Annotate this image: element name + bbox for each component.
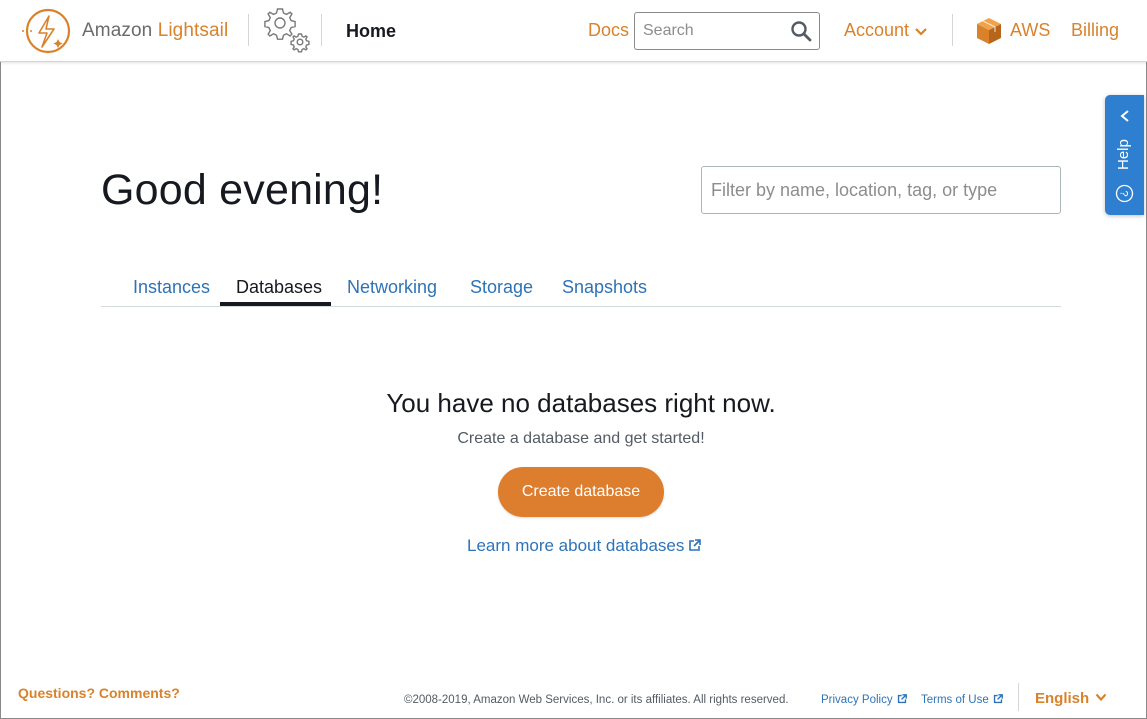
search-icon[interactable] <box>789 19 813 43</box>
brand-accent: Lightsail <box>157 20 229 41</box>
divider <box>248 14 249 46</box>
chevron-left-icon <box>1120 110 1129 122</box>
external-link-icon <box>993 694 1003 704</box>
gear-icon[interactable] <box>262 5 312 53</box>
aws-box-icon[interactable] <box>976 17 1002 45</box>
divider <box>952 14 953 46</box>
account-menu[interactable]: Account <box>844 20 909 41</box>
svg-text:?: ? <box>1118 190 1130 196</box>
external-link-icon <box>689 539 702 551</box>
brand-prefix: Amazon <box>82 20 158 41</box>
app-frame <box>0 0 1147 719</box>
privacy-policy-link[interactable]: Privacy Policy <box>821 694 907 706</box>
lightsail-logo-icon[interactable] <box>18 7 72 55</box>
search-box <box>634 12 820 50</box>
tab-instances[interactable]: Instances <box>133 277 210 298</box>
tab-networking[interactable]: Networking <box>347 277 437 298</box>
search-input[interactable] <box>635 13 785 49</box>
filter-box <box>701 166 1061 214</box>
tab-snapshots[interactable]: Snapshots <box>562 277 647 298</box>
learn-more-label: Learn more about databases <box>467 536 685 555</box>
learn-more-link[interactable]: Learn more about databases <box>467 536 702 556</box>
empty-state-subtitle: Create a database and get started! <box>457 430 705 447</box>
help-circle-icon: ? <box>1115 184 1134 203</box>
filter-input[interactable] <box>702 167 1060 213</box>
tab-storage[interactable]: Storage <box>470 277 533 298</box>
chevron-down-icon[interactable] <box>914 27 928 37</box>
aws-link[interactable]: AWS <box>1010 20 1050 41</box>
language-selector[interactable]: English <box>1035 690 1107 707</box>
terms-of-use-label: Terms of Use <box>921 694 989 706</box>
empty-state-title: You have no databases right now. <box>386 388 776 418</box>
external-link-icon <box>897 694 907 704</box>
divider <box>1018 683 1019 711</box>
create-database-button[interactable]: Create database <box>498 467 664 517</box>
help-panel-tab[interactable]: Help ? <box>1105 95 1144 215</box>
resource-tabs: Instances Databases Networking Storage S… <box>101 270 1061 307</box>
terms-of-use-link[interactable]: Terms of Use <box>921 694 1003 706</box>
copyright-text: ©2008-2019, Amazon Web Services, Inc. or… <box>404 694 789 706</box>
billing-link[interactable]: Billing <box>1071 20 1119 41</box>
top-navigation-bar: Amazon Lightsail Home Docs Account AWS B… <box>0 0 1147 62</box>
page-title: Good evening! <box>101 166 384 214</box>
language-label: English <box>1035 690 1090 707</box>
tab-databases[interactable]: Databases <box>236 277 322 298</box>
brand-name[interactable]: Amazon Lightsail <box>82 20 228 42</box>
docs-link[interactable]: Docs <box>588 20 629 41</box>
active-tab-indicator <box>220 302 331 306</box>
home-link[interactable]: Home <box>346 21 396 42</box>
feedback-link[interactable]: Questions? Comments? <box>18 685 180 701</box>
divider <box>321 14 322 46</box>
privacy-policy-label: Privacy Policy <box>821 694 893 706</box>
chevron-down-icon <box>1095 693 1107 702</box>
help-label: Help <box>1115 139 1132 171</box>
